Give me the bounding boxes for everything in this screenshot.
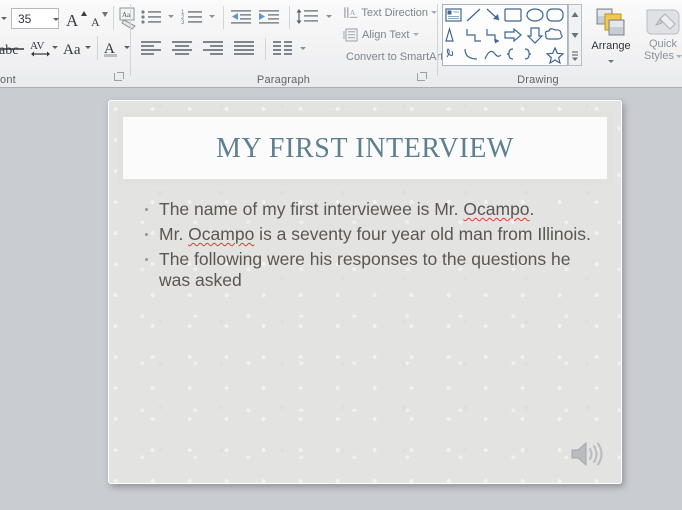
svg-text:AV: AV (30, 40, 45, 52)
text-direction-icon: A (344, 6, 358, 18)
shapes-scroll-up-button[interactable] (569, 5, 581, 25)
ribbon: 35 A A Aa abc AV Aa A ont 1 2 3 A Text D… (0, 0, 682, 88)
svg-text:A: A (350, 7, 356, 16)
align-center-button[interactable] (170, 38, 196, 60)
font-size-combo[interactable]: 35 (11, 8, 59, 29)
strikethrough-icon: abc (0, 43, 18, 58)
bullets-button[interactable] (139, 6, 165, 29)
bullet-1-misspelled: Ocampo (463, 199, 530, 219)
bullets-icon (141, 10, 161, 24)
columns-dropdown[interactable] (297, 38, 309, 60)
align-text-icon (343, 28, 358, 41)
align-left-icon (141, 41, 161, 55)
svg-text:3: 3 (181, 20, 185, 26)
decrease-indent-button[interactable] (229, 6, 255, 29)
columns-icon (273, 41, 292, 55)
shapes-scrollbar[interactable] (568, 4, 582, 66)
bullet-1-pre: The name of my first interviewee is Mr. (159, 199, 464, 219)
font-combo-caret[interactable] (0, 8, 10, 29)
arrange-button[interactable]: Arrange (586, 4, 636, 66)
decrease-indent-icon (231, 10, 251, 24)
text-direction-label: Text Direction (361, 6, 428, 19)
justify-button[interactable] (232, 38, 258, 60)
line-spacing-icon (296, 9, 318, 24)
list-item[interactable]: Mr. Ocampo is a seventy four year old ma… (142, 224, 602, 245)
quick-styles-label-2: Styles (644, 50, 674, 62)
bullet-2-pre: Mr. (159, 224, 189, 244)
speaker-icon[interactable] (569, 439, 605, 469)
bullet-1-post: . (529, 199, 535, 219)
drawing-group-label: Drawing (517, 74, 559, 86)
quick-styles-icon (646, 9, 680, 35)
align-right-icon (203, 41, 223, 55)
arrange-icon (596, 8, 625, 36)
font-color-button[interactable]: A (102, 36, 132, 60)
paragraph-dialog-launcher[interactable] (416, 72, 427, 83)
title-placeholder[interactable]: MY FIRST INTERVIEW (123, 117, 607, 179)
quick-styles-caret[interactable] (675, 54, 682, 58)
shrink-font-button[interactable]: A (88, 7, 112, 30)
shapes-gallery[interactable] (442, 4, 568, 66)
numbering-dropdown[interactable] (206, 6, 218, 29)
text-direction-button[interactable]: A Text Direction (343, 3, 437, 22)
align-left-button[interactable] (139, 38, 165, 60)
list-item[interactable]: The following were his responses to the … (142, 249, 602, 291)
bullet-2-misspelled: Ocampo (188, 224, 255, 244)
arrange-caret[interactable] (608, 60, 614, 64)
quick-styles-button[interactable]: Quick Styles (638, 4, 682, 66)
align-center-icon (172, 41, 192, 55)
line-spacing-dropdown[interactable] (323, 6, 335, 29)
numbering-icon: 123 (181, 10, 202, 26)
font-dialog-launcher[interactable] (113, 72, 124, 83)
justify-icon (234, 41, 254, 55)
change-case-button[interactable]: Aa (62, 36, 94, 60)
align-text-label: Align Text (362, 28, 410, 41)
align-text-caret[interactable] (412, 33, 419, 36)
font-group: 35 A A Aa abc AV Aa A ont (0, 0, 136, 87)
shrink-font-icon: A (91, 15, 100, 29)
change-case-icon: Aa (63, 42, 81, 58)
grow-font-icon: A (66, 11, 79, 30)
grow-font-button[interactable]: A (64, 7, 88, 30)
paragraph-group-label: Paragraph (256, 74, 311, 86)
convert-to-smartart-button[interactable]: Convert to SmartArt (343, 47, 453, 66)
chevron-up-icon (571, 12, 579, 17)
align-right-button[interactable] (201, 38, 227, 60)
bullet-3-pre: The following were his responses to the … (159, 249, 571, 290)
slide-canvas[interactable]: MY FIRST INTERVIEW The name of my first … (108, 100, 622, 484)
bullets-dropdown[interactable] (165, 6, 177, 29)
increase-indent-icon (259, 10, 279, 24)
shapes-more-button[interactable] (569, 45, 581, 65)
strikethrough-button[interactable]: abc (0, 36, 28, 60)
arrange-label: Arrange (591, 40, 631, 52)
convert-to-smartart-label: Convert to SmartArt (346, 50, 444, 63)
shapes-gallery-icons (445, 8, 565, 65)
drawing-group: Arrange Quick Styles Drawing (438, 0, 682, 87)
columns-button[interactable] (271, 38, 297, 60)
paragraph-group: 123 A Text Direction Align Text Convert … (131, 0, 453, 87)
shapes-scroll-down-button[interactable] (569, 25, 581, 45)
list-item[interactable]: The name of my first interviewee is Mr. … (142, 199, 602, 220)
quick-styles-label-1: Quick (648, 38, 678, 50)
slide-title: MY FIRST INTERVIEW (216, 133, 514, 164)
content-placeholder[interactable]: The name of my first interviewee is Mr. … (142, 199, 602, 295)
align-text-button[interactable]: Align Text (343, 25, 437, 44)
numbering-button[interactable]: 123 (180, 6, 206, 29)
character-spacing-button[interactable]: AV (30, 36, 60, 60)
line-spacing-button[interactable] (295, 6, 323, 29)
chevron-down-icon (571, 33, 579, 38)
slide-editing-area: MY FIRST INTERVIEW The name of my first … (0, 88, 682, 510)
increase-indent-button[interactable] (257, 6, 283, 29)
font-group-label: ont (0, 74, 16, 86)
bullet-2-post: is a seventy four year old man from Illi… (254, 224, 591, 244)
font-size-value: 35 (18, 12, 32, 26)
